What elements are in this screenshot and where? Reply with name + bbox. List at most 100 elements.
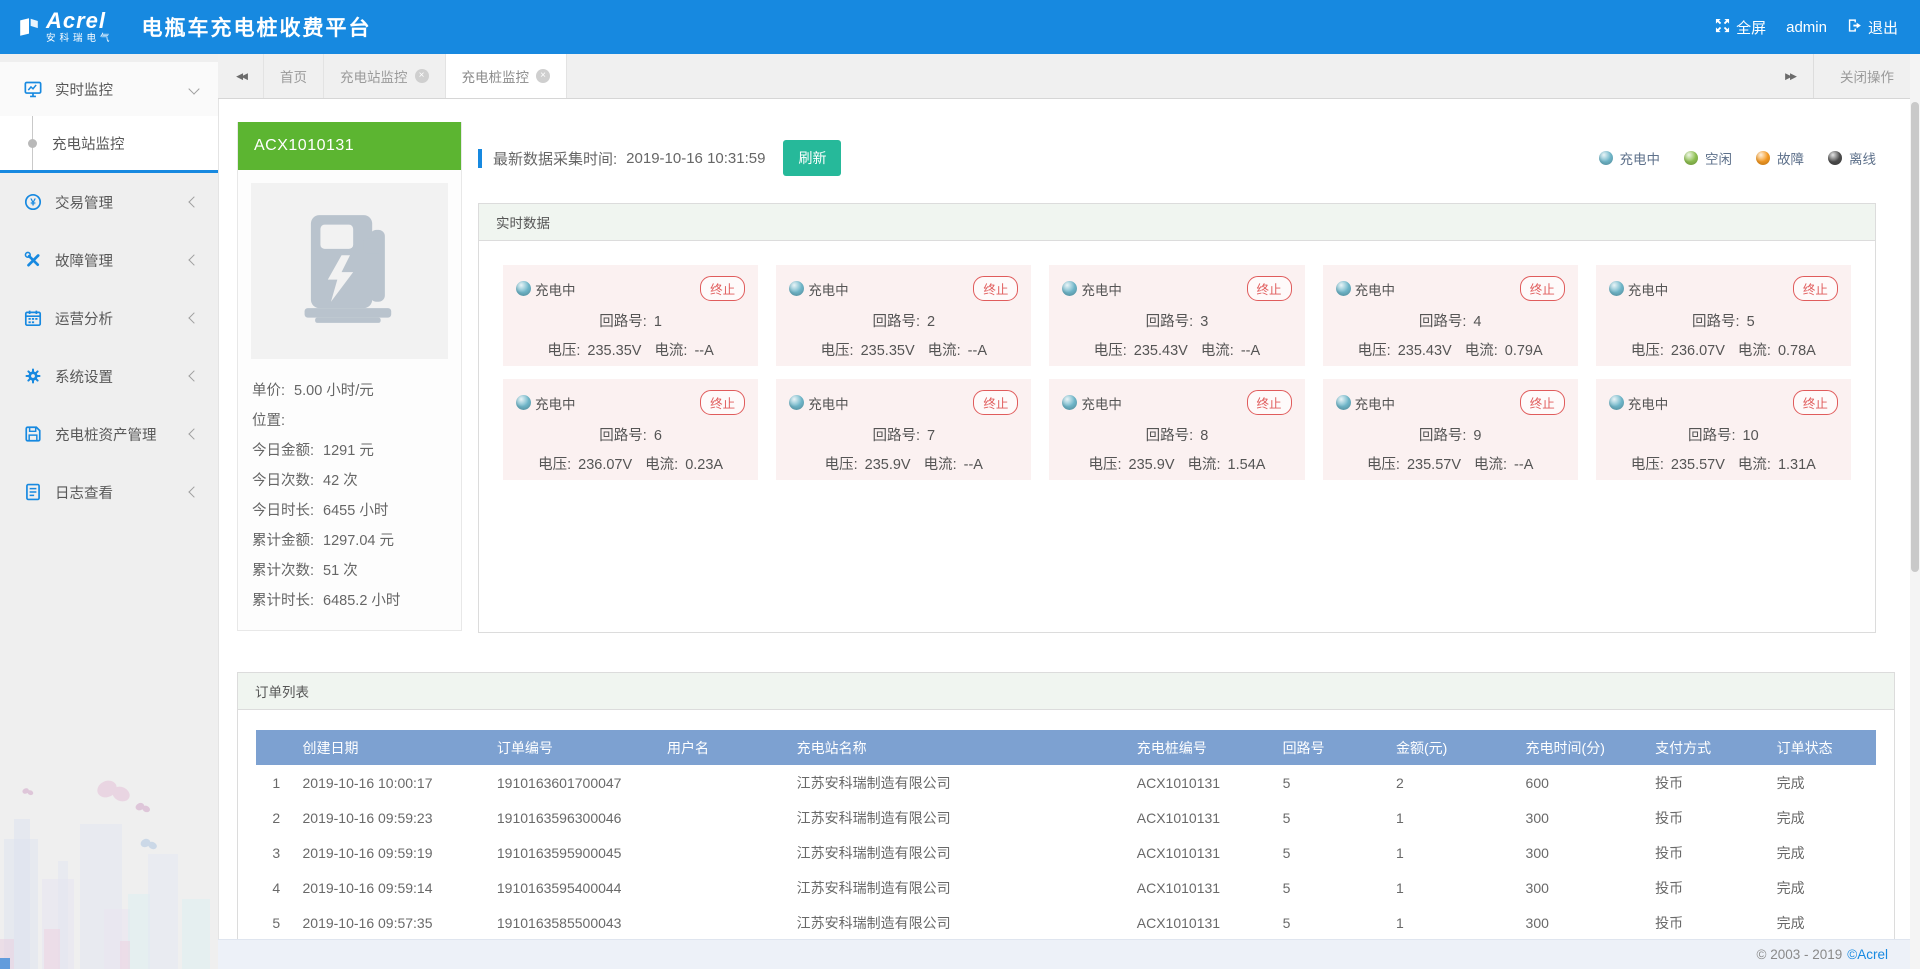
circuit-number-row: 回路号:5 [1596, 310, 1851, 331]
circuit-number-row: 回路号:4 [1323, 310, 1578, 331]
circuit-card: 充电中 终止 回路号:2 电压:235.35V电流:--A [776, 265, 1031, 366]
circuit-status-label: 充电中 [1081, 393, 1122, 413]
charging-status-icon [789, 281, 804, 296]
legend-fault: 故障 [1756, 148, 1804, 168]
tabs-scroll-left-button[interactable]: ◀◀ [218, 54, 264, 98]
circuit-status-label: 充电中 [808, 279, 849, 299]
circuit-status-label: 充电中 [535, 279, 576, 299]
tab-station-monitor[interactable]: 充电站监控 [323, 54, 446, 98]
chevron-left-icon [188, 312, 199, 323]
circuit-status-label: 充电中 [1081, 279, 1122, 299]
circuit-meta-row: 电压:236.07V电流:0.78A [1596, 339, 1851, 360]
circuit-card: 充电中 终止 回路号:10 电压:235.57V电流:1.31A [1596, 379, 1851, 480]
user-menu[interactable]: admin [1786, 19, 1827, 36]
charging-status-icon [1336, 395, 1351, 410]
circuit-card: 充电中 终止 回路号:8 电压:235.9V电流:1.54A [1049, 379, 1304, 480]
legend-offline: 离线 [1828, 148, 1876, 168]
col-amount: 金额(元) [1390, 738, 1520, 758]
corner-decoration [0, 958, 10, 969]
tab-close-icon[interactable] [415, 69, 429, 83]
data-time-row: 最新数据采集时间: 2019-10-16 10:31:59 刷新 充电中 空闲 … [478, 140, 1876, 176]
charging-status-icon [1609, 395, 1624, 410]
footer-brand-link[interactable]: ©Acrel [1847, 947, 1888, 962]
col-order-status: 订单状态 [1771, 738, 1876, 758]
circuit-status-label: 充电中 [1355, 279, 1396, 299]
circuit-number-row: 回路号:3 [1049, 310, 1304, 331]
orders-table: 创建日期 订单编号 用户名 充电站名称 充电桩编号 回路号 金额(元) 充电时间… [256, 730, 1876, 940]
circuit-status-label: 充电中 [535, 393, 576, 413]
col-pile-no: 充电桩编号 [1131, 738, 1277, 758]
col-charge-minutes: 充电时间(分) [1520, 738, 1650, 758]
circuit-meta-row: 电压:235.9V电流:--A [776, 453, 1031, 474]
fullscreen-button[interactable]: 全屏 [1715, 17, 1766, 38]
acrel-logo-icon [18, 16, 40, 38]
terminate-button[interactable]: 终止 [1520, 276, 1565, 301]
sidebar-item-realtime-monitor[interactable]: 实时监控 [0, 62, 218, 116]
circuit-number-row: 回路号:1 [503, 310, 758, 331]
col-create-date: 创建日期 [297, 738, 491, 758]
terminate-button[interactable]: 终止 [973, 276, 1018, 301]
collect-time-value: 2019-10-16 10:31:59 [626, 150, 765, 167]
terminate-button[interactable]: 终止 [1793, 390, 1838, 415]
pile-stat-row: 累计次数: 51 次 [252, 554, 447, 584]
fault-status-icon [1756, 151, 1770, 165]
collect-time-label: 最新数据采集时间: [493, 148, 617, 169]
skyline-decoration [0, 759, 218, 969]
refresh-button[interactable]: 刷新 [783, 140, 841, 176]
footer: © 2003 - 2019 ©Acrel [218, 939, 1920, 969]
tab-pile-monitor[interactable]: 充电桩监控 [445, 54, 568, 98]
chevron-down-icon [188, 83, 199, 94]
terminate-button[interactable]: 终止 [1793, 276, 1838, 301]
tab-close-icon[interactable] [536, 69, 550, 83]
circuit-card: 充电中 终止 回路号:7 电压:235.9V电流:--A [776, 379, 1031, 480]
orders-section-header: 订单列表 [238, 673, 1894, 710]
order-row: 2 2019-10-16 09:59:23 1910163596300046 江… [256, 800, 1876, 835]
col-order-no: 订单编号 [491, 738, 661, 758]
logout-button[interactable]: 退出 [1847, 17, 1898, 38]
fault-icon [24, 251, 42, 269]
pile-code-header: ACX1010131 [238, 122, 461, 170]
legend-idle: 空闲 [1684, 148, 1732, 168]
vertical-scrollbar[interactable] [1910, 54, 1920, 969]
tabs-scroll-right-button[interactable]: ▶▶ [1767, 54, 1813, 98]
terminate-button[interactable]: 终止 [1520, 390, 1565, 415]
circuit-meta-row: 电压:235.35V电流:--A [503, 339, 758, 360]
sidebar-item-operation-analysis[interactable]: 运营分析 [0, 289, 218, 347]
terminate-button[interactable]: 终止 [1247, 276, 1292, 301]
orders-panel: 订单列表 创建日期 订单编号 用户名 充电站名称 充电桩编号 回路号 金额(元)… [237, 672, 1895, 940]
pile-stat-row: 今日次数: 42 次 [252, 464, 447, 494]
circuit-number-row: 回路号:8 [1049, 424, 1304, 445]
circuit-card: 充电中 终止 回路号:1 电压:235.35V电流:--A [503, 265, 758, 366]
gear-icon [24, 367, 42, 385]
charging-status-icon [1062, 281, 1077, 296]
idle-status-icon [1684, 151, 1698, 165]
chevron-left-icon [188, 254, 199, 265]
acrel-logo: Acrel 安科瑞电气 [18, 10, 114, 44]
tree-dot-icon [28, 139, 37, 148]
terminate-button[interactable]: 终止 [700, 276, 745, 301]
sidebar-item-charging-station-monitor[interactable]: 充电站监控 [0, 116, 218, 170]
orders-table-body: 1 2019-10-16 10:00:17 1910163601700047 江… [256, 765, 1876, 940]
chevron-left-icon [188, 428, 199, 439]
terminate-button[interactable]: 终止 [700, 390, 745, 415]
terminate-button[interactable]: 终止 [1247, 390, 1292, 415]
sidebar-item-transaction-mgmt[interactable]: ¥ 交易管理 [0, 173, 218, 231]
copyright-text: © 2003 - 2019 [1757, 947, 1843, 962]
pile-icon-panel [251, 183, 448, 359]
order-row: 3 2019-10-16 09:59:19 1910163595900045 江… [256, 835, 1876, 870]
sidebar-item-log-view[interactable]: 日志查看 [0, 463, 218, 521]
circuit-number-row: 回路号:9 [1323, 424, 1578, 445]
scrollbar-thumb[interactable] [1911, 102, 1919, 572]
terminate-button[interactable]: 终止 [973, 390, 1018, 415]
charging-status-icon [1599, 151, 1613, 165]
sidebar-item-pile-asset-mgmt[interactable]: 充电桩资产管理 [0, 405, 218, 463]
col-username: 用户名 [661, 738, 791, 758]
circuit-number-row: 回路号:10 [1596, 424, 1851, 445]
tab-home[interactable]: 首页 [263, 54, 324, 98]
fullscreen-icon [1715, 18, 1730, 37]
sidebar-item-fault-mgmt[interactable]: 故障管理 [0, 231, 218, 289]
sidebar-item-system-settings[interactable]: 系统设置 [0, 347, 218, 405]
charging-status-icon [1609, 281, 1624, 296]
close-operations-menu[interactable]: 关闭操作 [1813, 54, 1920, 98]
circuit-meta-row: 电压:235.43V电流:--A [1049, 339, 1304, 360]
